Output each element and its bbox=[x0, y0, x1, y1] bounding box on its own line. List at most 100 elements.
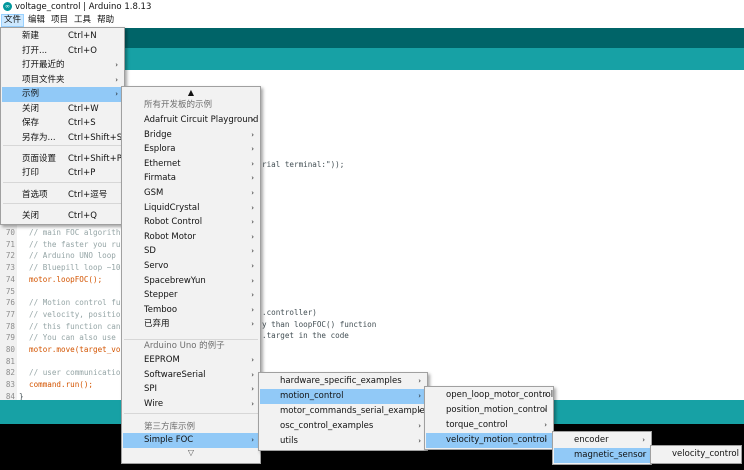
menu-item-label: 另存为... bbox=[22, 133, 56, 143]
menu-item-label: Servo bbox=[144, 261, 169, 271]
file-menu-item-3[interactable]: 项目文件夹 › bbox=[2, 73, 123, 88]
menu-item-label: LiquidCrystal bbox=[144, 202, 200, 213]
magnetic-item-velocity-control[interactable]: velocity_control bbox=[652, 447, 740, 462]
menu-item-label: utils bbox=[280, 436, 298, 446]
simplefoc-item-motion-control[interactable]: motion_control › bbox=[260, 389, 426, 404]
submenu-arrow-icon: › bbox=[251, 130, 254, 139]
menu-item-label: Ethernet bbox=[144, 158, 181, 169]
submenu-arrow-icon: › bbox=[251, 174, 254, 183]
examples-item-spacebrewyun[interactable]: SpacebrewYun › bbox=[123, 274, 259, 289]
line-number: 77 bbox=[5, 309, 15, 319]
submenu-arrow-icon: › bbox=[251, 247, 254, 256]
examples-item-adafruit-circuit-playground[interactable]: Adafruit Circuit Playground › bbox=[123, 113, 259, 128]
menu-separator bbox=[3, 145, 122, 146]
menu-item-label: 项目文件夹 bbox=[22, 75, 65, 85]
motion-item-open-loop-motor-control[interactable]: open_loop_motor_control › bbox=[426, 388, 554, 403]
code-fragment-77: .controller) bbox=[262, 308, 317, 317]
examples-item-gsm[interactable]: GSM › bbox=[123, 186, 259, 201]
simplefoc-item-osc-control-examples[interactable]: osc_control_examples › bbox=[260, 419, 426, 434]
simplefoc-item-utils[interactable]: utils › bbox=[260, 434, 426, 449]
velocity-item-magnetic-sensor[interactable]: magnetic_sensor › bbox=[554, 448, 650, 463]
scroll-down-arrow-icon[interactable]: ▽ bbox=[122, 448, 260, 457]
window-title: voltage_control | Arduino 1.8.13 bbox=[15, 1, 152, 12]
menu-item-label: 打开最近的 bbox=[22, 60, 65, 70]
line-number: 78 bbox=[5, 321, 15, 331]
file-menu-item-5[interactable]: 关闭 Ctrl+W bbox=[2, 102, 123, 117]
code-fragment-79: .target in the code bbox=[262, 331, 349, 340]
file-menu-item-2[interactable]: 打开最近的 › bbox=[2, 58, 123, 73]
file-menu-item-7[interactable]: 另存为... Ctrl+Shift+S bbox=[2, 131, 123, 146]
examples-item-servo[interactable]: Servo › bbox=[123, 259, 259, 274]
line-number: 75 bbox=[5, 286, 15, 296]
submenu-arrow-icon: › bbox=[544, 421, 547, 429]
velocity-item-encoder[interactable]: encoder › bbox=[554, 433, 650, 448]
submenu-arrow-icon: › bbox=[418, 377, 421, 385]
menu-item-label: encoder bbox=[574, 435, 609, 445]
examples-item-esplora[interactable]: Esplora › bbox=[123, 142, 259, 157]
examples-item-eeprom[interactable]: EEPROM › bbox=[123, 353, 259, 368]
menu-item-shortcut: Ctrl+W bbox=[68, 104, 99, 114]
examples-item-bridge[interactable]: Bridge › bbox=[123, 128, 259, 143]
simplefoc-item-motor-commands-serial-examples[interactable]: motor_commands_serial_examples › bbox=[260, 404, 429, 419]
examples-item-softwareserial[interactable]: SoftwareSerial › bbox=[123, 368, 259, 383]
examples-item-stepper[interactable]: Stepper › bbox=[123, 288, 259, 303]
submenu-arrow-icon: › bbox=[251, 276, 254, 285]
menu-file[interactable]: 文件 bbox=[1, 13, 25, 27]
file-menu-item-1[interactable]: 打开... Ctrl+O bbox=[2, 44, 123, 59]
file-menu-item-6[interactable]: 保存 Ctrl+S bbox=[2, 116, 123, 131]
menu-item-label: torque_control bbox=[446, 420, 508, 430]
simplefoc-item-hardware-specific-examples[interactable]: hardware_specific_examples › bbox=[260, 374, 426, 389]
menu-item-label: Bridge bbox=[144, 129, 172, 140]
code-line: // You can also use bbox=[29, 333, 116, 343]
submenu-arrow-icon: › bbox=[251, 436, 254, 444]
examples-item-liquidcrystal[interactable]: LiquidCrystal › bbox=[123, 201, 259, 216]
file-menu-item-4[interactable]: 示例 › bbox=[2, 87, 123, 102]
menu-tools[interactable]: 工具 bbox=[72, 14, 93, 27]
examples-menu: ▲ 所有开发板的示例 Arduino Uno 的例子 第三方库示例 ▽ Adaf… bbox=[121, 86, 261, 464]
menu-help[interactable]: 帮助 bbox=[95, 14, 116, 27]
menu-item-label: Robot Motor bbox=[144, 231, 196, 242]
menu-item-label: 页面设置 bbox=[22, 154, 57, 164]
line-number: 71 bbox=[5, 239, 15, 249]
line-number: 72 bbox=[5, 251, 15, 261]
file-menu-item-0[interactable]: 新建 Ctrl+N bbox=[2, 29, 123, 44]
examples-item-firmata[interactable]: Firmata › bbox=[123, 171, 259, 186]
motion-item-position-motion-control[interactable]: position_motion_control › bbox=[426, 403, 552, 418]
menu-item-label: SPI bbox=[144, 384, 158, 395]
file-menu-item-9[interactable]: 打印 Ctrl+P bbox=[2, 166, 123, 181]
motion-item-velocity-motion-control[interactable]: velocity_motion_control › bbox=[426, 433, 552, 448]
scroll-up-arrow-icon[interactable]: ▲ bbox=[122, 88, 260, 97]
examples-item-ethernet[interactable]: Ethernet › bbox=[123, 157, 259, 172]
menu-item-label: open_loop_motor_control bbox=[446, 390, 554, 400]
line-number: 79 bbox=[5, 333, 15, 343]
submenu-arrow-icon: › bbox=[115, 76, 118, 84]
code-line: // user communicatio bbox=[29, 368, 121, 378]
motion-item-torque-control[interactable]: torque_control › bbox=[426, 418, 552, 433]
submenu-arrow-icon: › bbox=[544, 406, 547, 414]
file-menu-item-11[interactable]: 关闭 Ctrl+Q bbox=[2, 209, 123, 224]
examples-item-sd[interactable]: SD › bbox=[123, 244, 259, 259]
menu-edit[interactable]: 编辑 bbox=[26, 14, 47, 27]
examples-item-spi[interactable]: SPI › bbox=[123, 382, 259, 397]
submenu-arrow-icon: › bbox=[251, 370, 254, 379]
menu-item-label: position_motion_control bbox=[446, 405, 548, 415]
submenu-arrow-icon: › bbox=[251, 305, 254, 314]
menu-item-label: Adafruit Circuit Playground bbox=[144, 115, 259, 125]
menu-item-shortcut: Ctrl+O bbox=[68, 46, 97, 56]
file-menu-item-8[interactable]: 页面设置 Ctrl+Shift+P bbox=[2, 152, 123, 167]
menu-item-label: 首选项 bbox=[22, 190, 48, 200]
submenu-arrow-icon: › bbox=[115, 61, 118, 69]
examples-item-simple-foc[interactable]: Simple FOC › bbox=[123, 433, 259, 448]
examples-item-robot-motor[interactable]: Robot Motor › bbox=[123, 230, 259, 245]
examples-item-item[interactable]: 已弃用 › bbox=[123, 317, 259, 332]
file-menu-item-10[interactable]: 首选项 Ctrl+逗号 bbox=[2, 188, 123, 203]
examples-item-robot-control[interactable]: Robot Control › bbox=[123, 215, 259, 230]
line-number: 70 bbox=[5, 228, 15, 237]
code-line: // Arduino UNO loop bbox=[29, 251, 116, 261]
examples-item-temboo[interactable]: Temboo › bbox=[123, 303, 259, 318]
examples-item-wire[interactable]: Wire › bbox=[123, 397, 259, 412]
submenu-arrow-icon: › bbox=[642, 451, 645, 459]
submenu-arrow-icon: › bbox=[251, 291, 254, 300]
submenu-arrow-icon: › bbox=[251, 262, 254, 270]
menu-sketch[interactable]: 项目 bbox=[49, 14, 70, 27]
